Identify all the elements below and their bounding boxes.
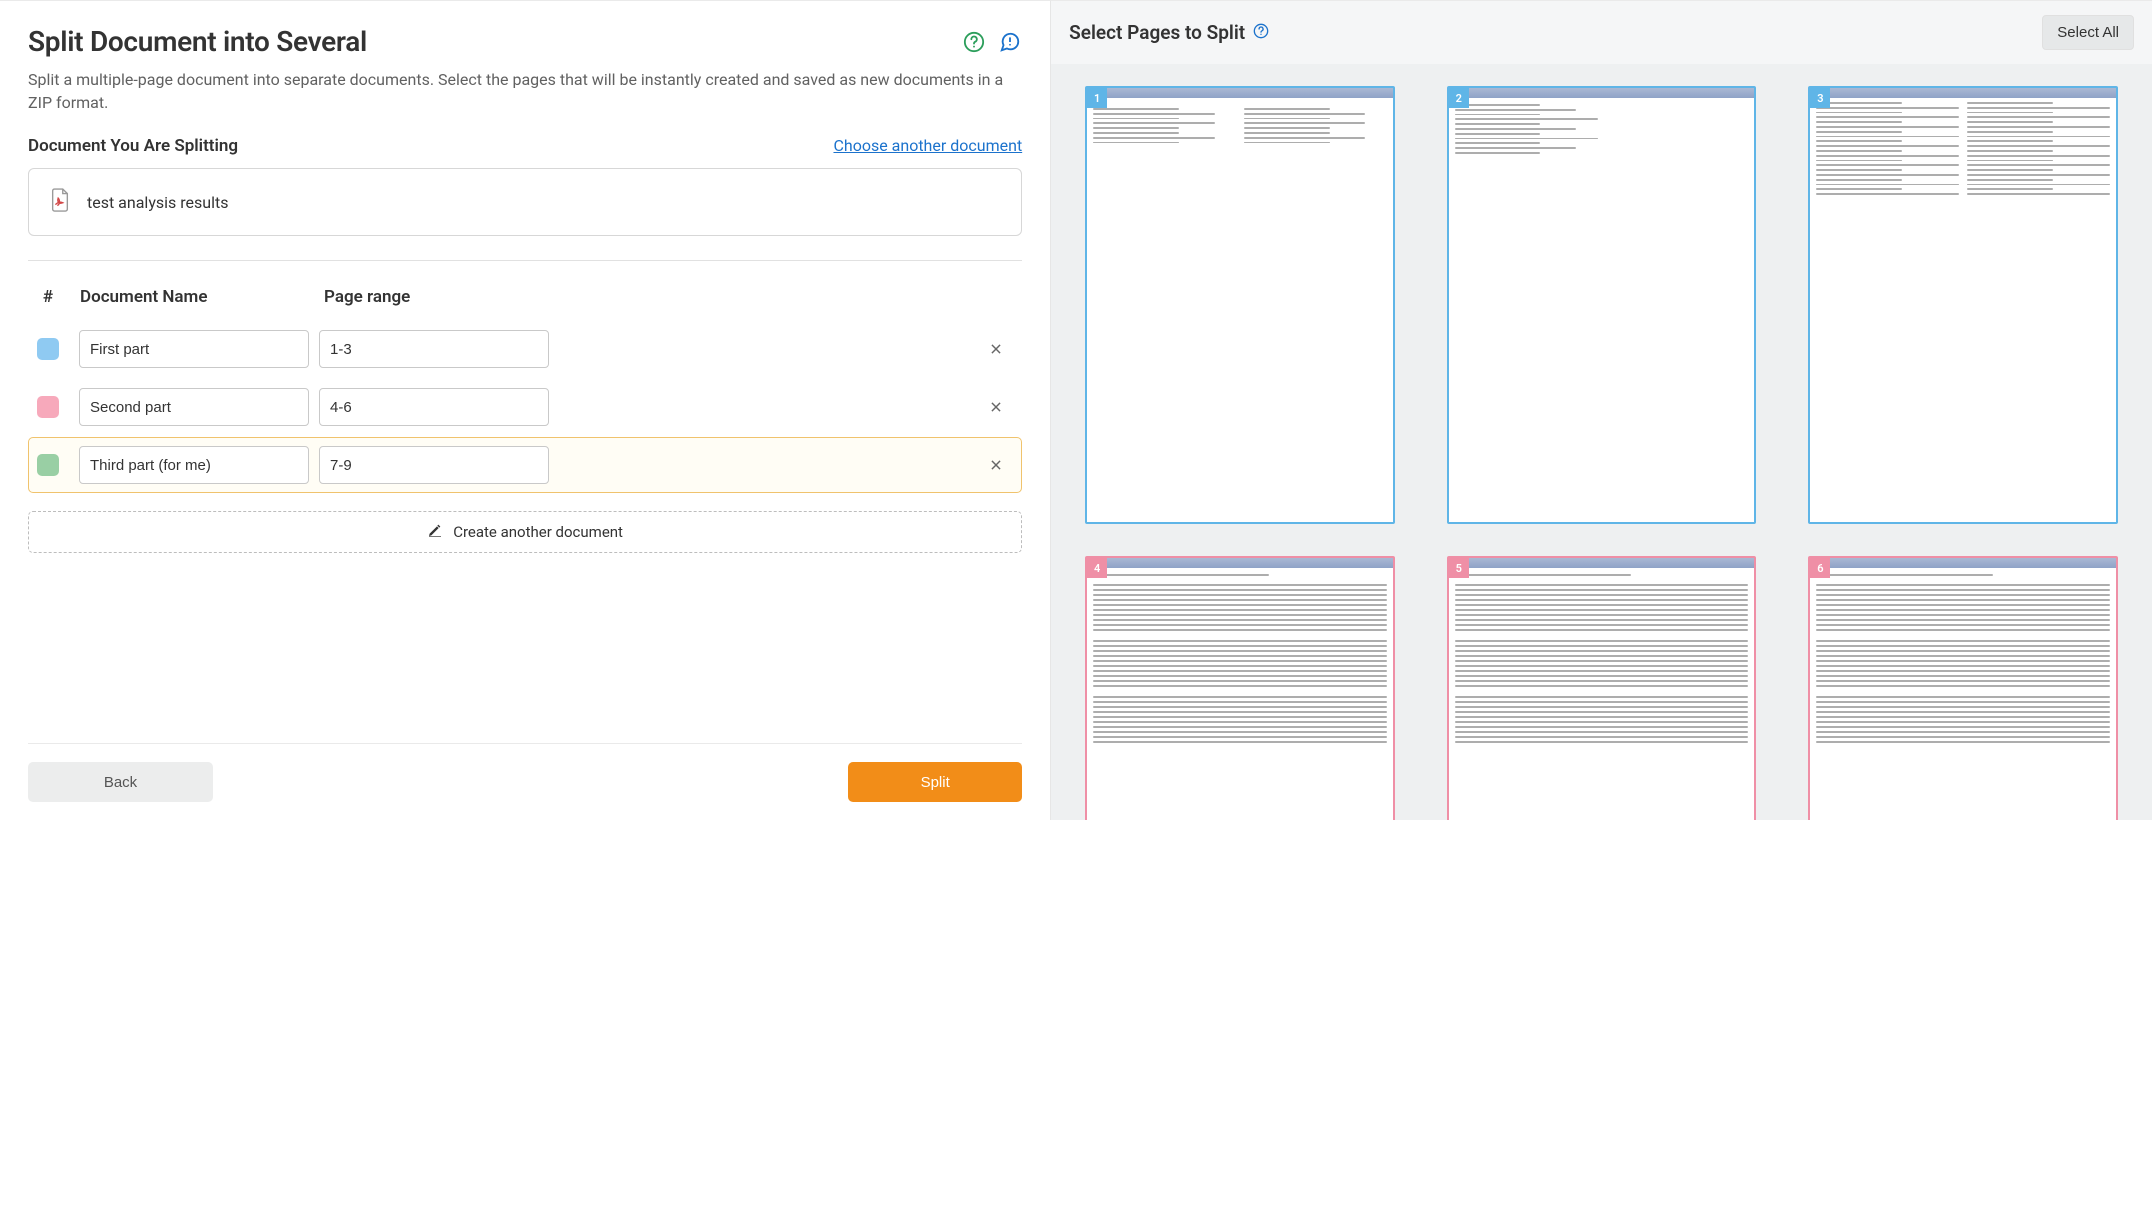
- column-number-header: #: [36, 287, 60, 307]
- document-row: [28, 379, 1022, 435]
- document-row: [28, 437, 1022, 493]
- divider: [28, 260, 1022, 261]
- source-document-box: test analysis results: [28, 168, 1022, 236]
- document-name-input[interactable]: [79, 330, 309, 368]
- page-thumbnail[interactable]: 5: [1447, 556, 1757, 820]
- split-button[interactable]: Split: [848, 762, 1022, 802]
- create-another-label: Create another document: [453, 523, 623, 541]
- pages-grid: 123456789: [1051, 64, 2152, 820]
- column-range-header: Page range: [324, 287, 1022, 307]
- page-range-input[interactable]: [319, 446, 549, 484]
- page-range-input[interactable]: [319, 330, 549, 368]
- feedback-icon[interactable]: [998, 30, 1022, 54]
- page-thumbnail[interactable]: 4: [1085, 556, 1395, 820]
- left-panel: Split Document into Several Split a mult…: [0, 0, 1050, 820]
- right-panel: Select Pages to Split Select All 1234567…: [1050, 0, 2152, 820]
- color-swatch: [37, 454, 59, 476]
- close-icon: [989, 342, 1003, 356]
- help-small-icon[interactable]: [1253, 21, 1269, 44]
- color-swatch: [37, 338, 59, 360]
- document-splitting-label: Document You Are Splitting: [28, 136, 238, 156]
- close-icon: [989, 458, 1003, 472]
- page-thumbnail[interactable]: 2: [1447, 86, 1757, 524]
- page-number: 6: [1810, 558, 1830, 578]
- page-number: 2: [1449, 88, 1469, 108]
- page-title: Split Document into Several: [28, 25, 950, 58]
- source-document-name: test analysis results: [87, 193, 228, 212]
- create-another-document-button[interactable]: Create another document: [28, 511, 1022, 553]
- close-icon: [989, 400, 1003, 414]
- page-number: 1: [1087, 88, 1107, 108]
- back-button[interactable]: Back: [28, 762, 213, 802]
- page-description: Split a multiple-page document into sepa…: [28, 68, 1022, 114]
- pen-icon: [427, 522, 443, 542]
- page-range-input[interactable]: [319, 388, 549, 426]
- document-name-input[interactable]: [79, 446, 309, 484]
- color-swatch: [37, 396, 59, 418]
- select-pages-title: Select Pages to Split: [1069, 21, 1245, 44]
- pdf-icon: [49, 187, 71, 217]
- remove-row-button[interactable]: [979, 332, 1013, 366]
- page-thumbnail[interactable]: 1: [1085, 86, 1395, 524]
- page-group: 1 2 3: [1051, 70, 2152, 540]
- document-rows: [28, 321, 1022, 493]
- page-thumbnail[interactable]: 3: [1808, 86, 2118, 524]
- page-group: 4 5 6: [1051, 540, 2152, 820]
- footer: Back Split: [28, 743, 1022, 820]
- choose-another-document-link[interactable]: Choose another document: [833, 136, 1022, 155]
- right-header: Select Pages to Split Select All: [1051, 1, 2152, 64]
- remove-row-button[interactable]: [979, 390, 1013, 424]
- table-header: # Document Name Page range: [28, 287, 1022, 307]
- page-thumbnail[interactable]: 6: [1808, 556, 2118, 820]
- page-number: 4: [1087, 558, 1107, 578]
- remove-row-button[interactable]: [979, 448, 1013, 482]
- page-number: 3: [1810, 88, 1830, 108]
- select-all-button[interactable]: Select All: [2042, 15, 2134, 50]
- document-name-input[interactable]: [79, 388, 309, 426]
- page-number: 5: [1449, 558, 1469, 578]
- document-row: [28, 321, 1022, 377]
- column-name-header: Document Name: [80, 287, 314, 307]
- help-icon[interactable]: [962, 30, 986, 54]
